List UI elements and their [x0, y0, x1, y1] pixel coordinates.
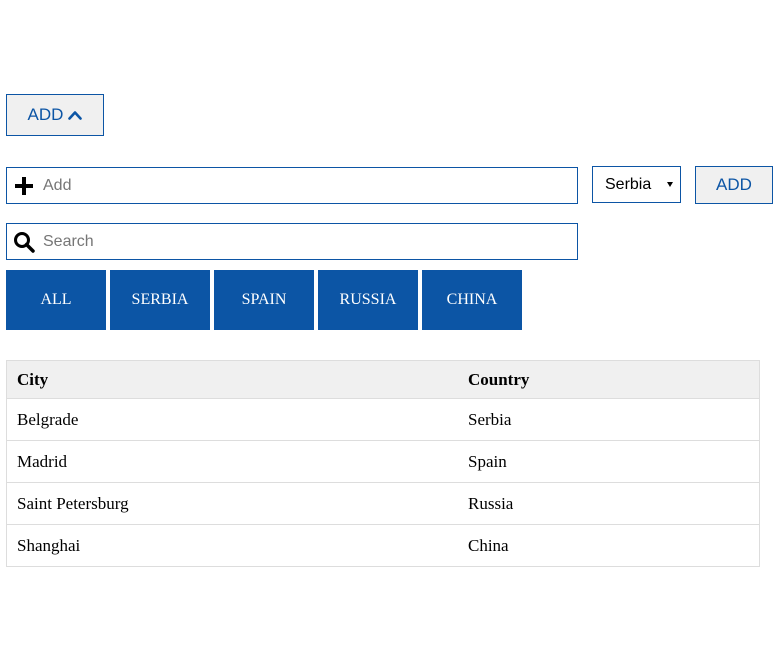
search-field	[6, 223, 578, 260]
chevron-up-icon	[68, 111, 83, 120]
column-header-country: Country	[458, 361, 759, 399]
country-cell: Serbia	[458, 398, 759, 441]
city-cell: Shanghai	[17, 535, 81, 555]
filter-spain-button[interactable]: SPAIN	[214, 270, 314, 330]
table-row: Belgrade Serbia	[7, 398, 759, 441]
table-row: Saint Petersburg Russia	[7, 482, 759, 525]
add-submit-label: ADD	[716, 175, 752, 194]
table-row: Madrid Spain	[7, 440, 759, 483]
filter-all-button[interactable]: ALL	[6, 270, 106, 330]
add-toggle-button[interactable]: ADD	[6, 94, 104, 136]
filter-russia-button[interactable]: RUSSIA	[318, 270, 418, 330]
add-submit-button[interactable]: ADD	[695, 166, 773, 204]
add-city-input[interactable]	[41, 168, 577, 203]
cities-table: City Country Belgrade Serbia Madrid Spai…	[6, 360, 760, 567]
add-city-field	[6, 167, 578, 204]
filter-serbia-button[interactable]: SERBIA	[110, 270, 210, 330]
filter-china-button[interactable]: CHINA	[422, 270, 522, 330]
table-header-row: City Country	[7, 361, 759, 399]
search-input[interactable]	[41, 224, 577, 259]
country-select[interactable]: Serbia	[592, 166, 681, 203]
plus-icon	[7, 176, 41, 196]
country-select-value: Serbia	[605, 175, 652, 193]
country-cell: Spain	[458, 440, 759, 483]
table-row: Shanghai China	[7, 525, 759, 567]
city-cell: Saint Petersburg	[7, 482, 458, 525]
add-toggle-label: ADD	[27, 105, 64, 124]
column-header-city: City	[7, 361, 458, 399]
country-cell: Russia	[458, 482, 759, 525]
city-cell: Belgrade	[7, 398, 458, 441]
country-cell: China	[468, 535, 509, 555]
search-icon	[7, 231, 41, 253]
city-cell: Madrid	[7, 440, 458, 483]
select-caret-icon	[667, 182, 673, 187]
country-filter-bar: ALL SERBIA SPAIN RUSSIA CHINA	[6, 270, 522, 330]
page: ADD Serbia ADD ALL SERBIA SPA	[0, 0, 779, 662]
